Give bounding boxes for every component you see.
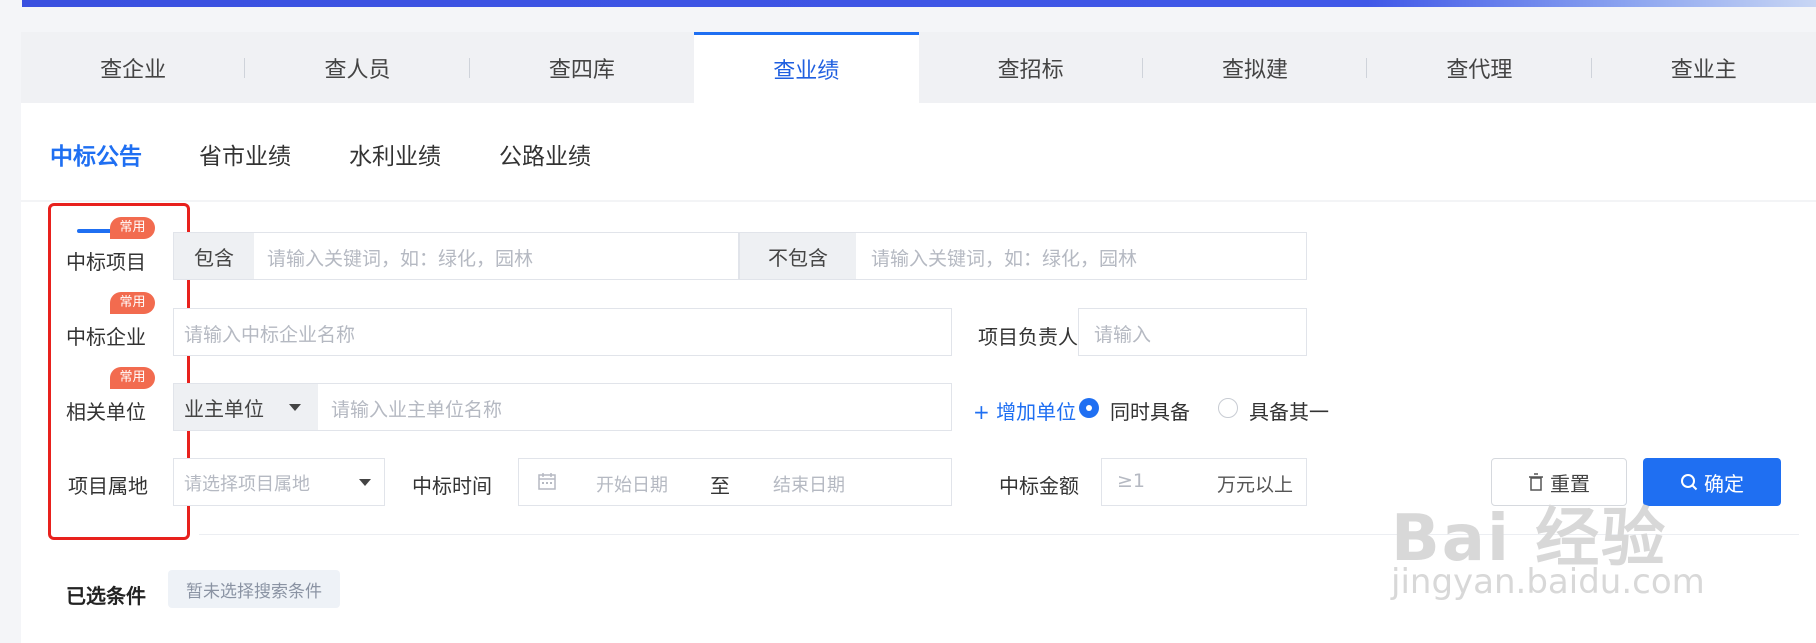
radio-all-label: 同时具备 bbox=[1110, 400, 1190, 424]
label-bid-time: 中标时间 bbox=[412, 474, 492, 498]
label-project-manager: 项目负责人 bbox=[978, 325, 1078, 349]
search-panel: 查企业 查人员 查四库 查业绩 查招标 查拟建 查代理 查业主 中标公告 省市业… bbox=[21, 32, 1816, 643]
common-badge: 常用 bbox=[110, 367, 155, 389]
unit-type-select[interactable]: 业主单位 bbox=[174, 384, 318, 430]
common-badge: 常用 bbox=[110, 292, 155, 314]
search-icon bbox=[1681, 474, 1698, 491]
tab-owner[interactable]: 查业主 bbox=[1592, 32, 1816, 103]
label-related-unit: 相关单位 bbox=[66, 400, 146, 424]
exclude-keyword-field[interactable]: 不包含 请输入关键词，如：绿化，园林 bbox=[739, 232, 1307, 280]
radio-any-one[interactable] bbox=[1218, 398, 1238, 418]
bid-amount-input[interactable]: ≥1 万元以上 bbox=[1101, 458, 1307, 506]
label-bid-amount: 中标金额 bbox=[999, 474, 1079, 498]
tab-four-libraries[interactable]: 查四库 bbox=[470, 32, 694, 103]
chevron-down-icon bbox=[289, 404, 301, 411]
chevron-down-icon bbox=[359, 479, 371, 486]
tab-personnel[interactable]: 查人员 bbox=[245, 32, 470, 103]
subtab-water-performance[interactable]: 水利业绩 bbox=[349, 137, 441, 171]
label-project: 中标项目 bbox=[66, 250, 146, 274]
tab-performance[interactable]: 查业绩 bbox=[694, 32, 919, 103]
subtab-provincial-performance[interactable]: 省市业绩 bbox=[199, 137, 291, 171]
tab-enterprise[interactable]: 查企业 bbox=[21, 32, 246, 103]
end-date-input[interactable]: 结束日期 bbox=[773, 471, 845, 497]
tab-bidding[interactable]: 查招标 bbox=[919, 32, 1143, 103]
location-select[interactable]: 请选择项目属地 bbox=[173, 458, 385, 506]
radio-any-label: 具备其一 bbox=[1249, 400, 1329, 424]
sub-tabs: 中标公告 省市业绩 水利业绩 公路业绩 bbox=[21, 103, 1816, 233]
date-range-picker[interactable]: 开始日期 至 结束日期 bbox=[518, 458, 952, 506]
empty-conditions-tag: 暂未选择搜索条件 bbox=[168, 570, 340, 608]
tab-proposed[interactable]: 查拟建 bbox=[1143, 32, 1368, 103]
add-unit-button[interactable]: + 增加单位 bbox=[973, 396, 1076, 425]
tab-agency[interactable]: 查代理 bbox=[1367, 32, 1592, 103]
start-date-input[interactable]: 开始日期 bbox=[596, 471, 668, 497]
project-manager-input[interactable]: 请输入 bbox=[1078, 308, 1307, 356]
subtab-highway-performance[interactable]: 公路业绩 bbox=[499, 137, 591, 171]
company-name-input[interactable]: 请输入中标企业名称 bbox=[173, 308, 952, 356]
watermark-url: jingyan.baidu.com bbox=[1391, 562, 1705, 602]
selected-conditions-label: 已选条件 bbox=[66, 584, 146, 608]
related-unit-field[interactable]: 业主单位 请输入业主单位名称 bbox=[173, 383, 952, 431]
common-badge: 常用 bbox=[110, 217, 155, 239]
top-banner bbox=[22, 0, 1816, 7]
calendar-icon bbox=[538, 473, 556, 490]
subtab-bid-announcement[interactable]: 中标公告 bbox=[50, 137, 142, 171]
include-keyword-field[interactable]: 包含 请输入关键词，如：绿化，园林 bbox=[173, 232, 739, 280]
label-location: 项目属地 bbox=[68, 474, 148, 498]
label-company: 中标企业 bbox=[66, 325, 146, 349]
radio-all-required[interactable] bbox=[1079, 398, 1099, 418]
main-tabs: 查企业 查人员 查四库 查业绩 查招标 查拟建 查代理 查业主 bbox=[21, 32, 1816, 103]
